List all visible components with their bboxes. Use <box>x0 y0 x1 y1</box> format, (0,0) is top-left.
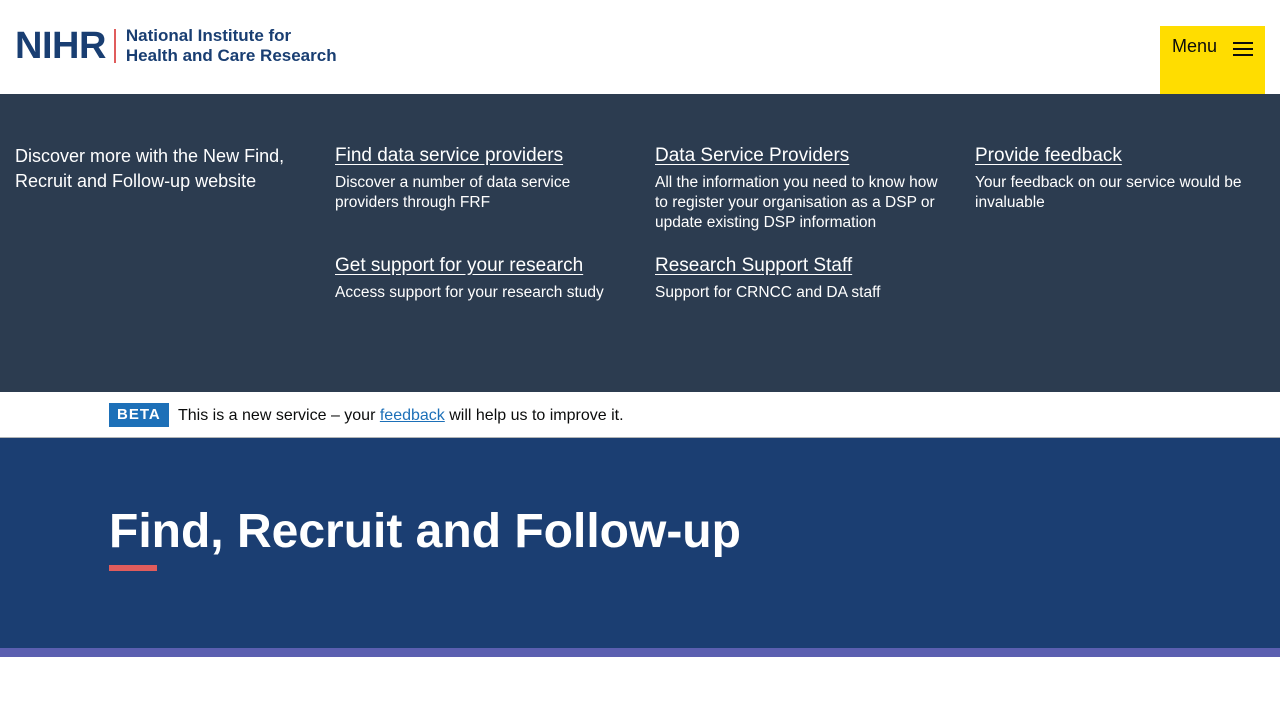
nihr-logo[interactable]: NIHR National Institute for Health and C… <box>15 26 337 66</box>
find-data-service-providers-link[interactable]: Find data service providers <box>335 145 563 166</box>
mega-menu-item-description: Access support for your research study <box>335 284 604 301</box>
beta-tag: BETA <box>109 403 169 427</box>
logo-divider <box>113 29 116 63</box>
hamburger-icon <box>1233 42 1253 56</box>
logo-line-1: National Institute for <box>125 26 292 45</box>
research-support-staff-link[interactable]: Research Support Staff <box>655 255 852 276</box>
site-header: NIHR National Institute for Health and C… <box>0 0 1280 95</box>
mega-menu-item: Provide feedback Your feedback on our se… <box>975 144 1265 213</box>
mega-menu-item: Data Service Providers All the informati… <box>655 144 945 233</box>
beta-text-after: will help us to improve it. <box>444 407 624 424</box>
data-service-providers-link[interactable]: Data Service Providers <box>655 145 849 166</box>
get-support-link[interactable]: Get support for your research <box>335 255 583 276</box>
mega-menu-intro: Discover more with the New Find, Recruit… <box>15 146 285 191</box>
menu-label: Menu <box>1172 36 1218 56</box>
mega-menu-item: Find data service providers Discover a n… <box>335 144 625 213</box>
mega-menu-item-description: Your feedback on our service would be in… <box>975 174 1242 211</box>
beta-text-before: This is a new service – your <box>178 407 380 424</box>
feedback-link[interactable]: feedback <box>380 407 445 424</box>
mega-menu-item: Research Support Staff Support for CRNCC… <box>655 254 945 303</box>
page-title: Find, Recruit and Follow-up <box>109 505 741 558</box>
logo-line-2: Health and Care Research <box>125 46 337 65</box>
mega-menu-item-description: All the information you need to know how… <box>655 174 938 231</box>
title-accent-bar <box>109 565 157 571</box>
mega-menu-item-description: Support for CRNCC and DA staff <box>655 284 881 301</box>
menu-button[interactable]: Menu <box>1160 26 1265 95</box>
hero-banner: Find, Recruit and Follow-up <box>0 438 1280 648</box>
mega-menu-item: Get support for your research Access sup… <box>335 254 625 303</box>
logo-mark: NIHR <box>15 25 106 67</box>
provide-feedback-link[interactable]: Provide feedback <box>975 145 1122 166</box>
mega-menu-item-description: Discover a number of data service provid… <box>335 174 571 211</box>
mega-menu-panel: Discover more with the New Find, Recruit… <box>0 94 1280 392</box>
beta-message: This is a new service – your feedback wi… <box>178 406 624 426</box>
logo-text: National Institute for Health and Care R… <box>126 26 337 66</box>
hero-bottom-strip <box>0 648 1280 657</box>
beta-banner: BETA This is a new service – your feedba… <box>0 392 1280 438</box>
